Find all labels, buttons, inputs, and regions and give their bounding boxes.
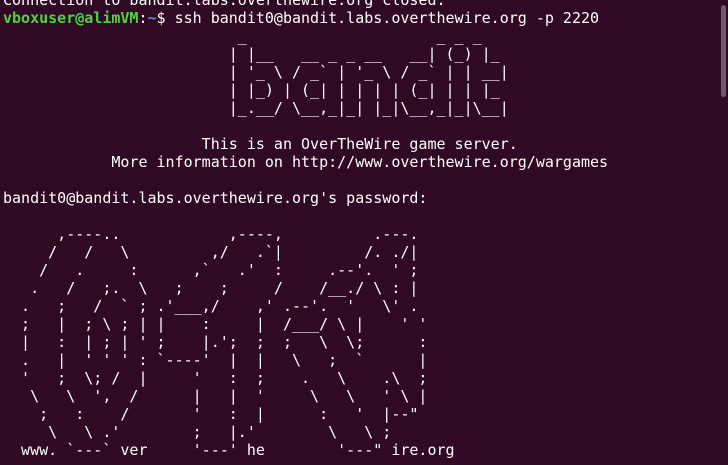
otw-ascii-art-line: / / \ ,/ .`| /. ./| [3,243,419,261]
password-prompt: bandit0@bandit.labs.overthewire.org's pa… [3,189,428,207]
otw-ascii-art-line: . ; / ` ; .'___,/ ,' .--'. ' \' . [3,297,419,315]
otw-ascii-art-line: www. `---` ver '---' he '---" ire.org [3,441,455,459]
terminal-output: Connection to bandit.labs.overthewire.or… [3,0,608,459]
otw-ascii-art-line: \ \ ', / | | ' \ \ ' \ | [3,387,428,405]
prompt-path: ~ [147,9,157,27]
server-message-line: This is an OverTheWire game server. [3,135,518,153]
server-message-line [3,117,608,135]
scrollbar-thumb[interactable] [721,5,726,97]
otw-ascii-art-line [3,207,608,225]
otw-ascii-art-line: | : | ; | ' ; |.'; ; ; \ \; : [3,333,428,351]
otw-ascii-art-line: ; | ; \ ; | | : | /___/ \ | ' ' [3,315,428,333]
bandit-banner-line: | |_) | (_| | | | | (_| | | |_ [3,81,500,99]
otw-ascii-art-line: ,----.. ,----, .---. [3,225,419,243]
server-message-line [3,171,608,189]
bandit-banner-line: | |__ __ _ _ __ __| (_) |_ [3,45,500,63]
command-prompt-line: vboxuser@alimVM:~$ ssh bandit0@bandit.la… [3,9,608,27]
otw-ascii-art-line: \ \ .' ; |.' \ \ ; [3,423,392,441]
prompt-symbol: $ [156,9,175,27]
scrollbar[interactable] [720,0,728,465]
previous-output-line: Connection to bandit.labs.overthewire.or… [3,0,446,9]
otw-ascii-art-line: ; : / ' : | : ' |--" [3,405,419,423]
server-message-line: More information on http://www.overthewi… [3,153,609,171]
prompt-user-host: vboxuser@alimVM [3,9,139,27]
ssh-command: ssh bandit0@bandit.labs.overthewire.org … [174,9,600,27]
bandit-banner-line: |_.__/ \__,_|_| |_|\__,_|_|\__| [3,99,509,117]
bandit-banner-line: | '_ \ / _` | '_ \ / _` | | __| [3,63,509,81]
otw-ascii-art-line: / . : ,` .' : .--'. ' ; [3,261,419,279]
otw-ascii-art-line: . | ' ' ' : `----' | | \ ; ` | [3,351,428,369]
bandit-banner-line: _ _ _ _ [3,27,482,45]
otw-ascii-art-line: ' ; \; / | ' : ; . \ .\ ; [3,369,428,387]
otw-ascii-art-line: . / ;. \ ; ; / /__./ \ : | [3,279,419,297]
terminal-window[interactable]: Connection to bandit.labs.overthewire.or… [0,0,728,465]
prompt-separator: : [138,9,148,27]
